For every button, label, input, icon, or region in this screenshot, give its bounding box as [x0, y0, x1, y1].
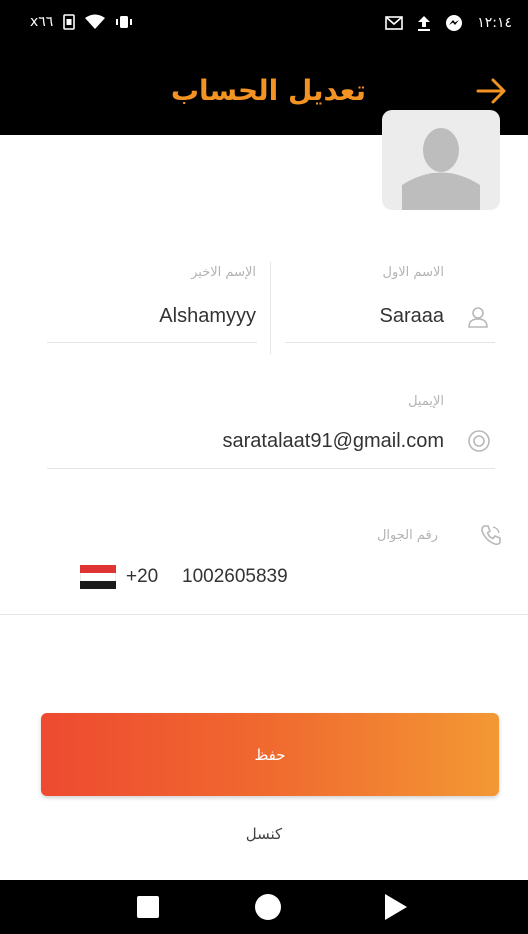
upload-icon	[418, 16, 431, 31]
gmail-icon	[385, 16, 404, 30]
wifi-icon	[85, 14, 106, 29]
first-name-label: الاسم الاول	[382, 265, 444, 280]
messenger-icon	[446, 15, 463, 31]
status-bar-left: x٦٦	[30, 14, 133, 30]
email-underline	[47, 468, 495, 469]
phone-underline	[0, 614, 528, 615]
first-name-input[interactable]: Saraaa	[380, 305, 445, 328]
status-time: ١٢:١٤	[477, 15, 512, 31]
cancel-button[interactable]: كنسل	[0, 825, 528, 843]
email-at-icon	[468, 430, 490, 452]
country-code[interactable]: +20	[126, 566, 158, 588]
last-name-label: الإسم الاخير	[191, 265, 256, 280]
android-nav-bar	[0, 880, 528, 934]
last-name-input[interactable]: Alshamyyy	[159, 305, 256, 328]
first-name-underline	[285, 342, 495, 343]
status-bar-right: ١٢:١٤	[385, 14, 512, 32]
profile-avatar[interactable]	[382, 110, 500, 210]
user-silhouette-icon	[402, 128, 480, 210]
save-button-label: حفظ	[254, 745, 286, 764]
back-arrow-icon[interactable]	[476, 76, 508, 106]
person-icon	[468, 307, 488, 328]
phone-input[interactable]: 1002605839	[182, 566, 288, 588]
sim-icon	[63, 14, 76, 30]
last-name-underline	[47, 342, 257, 343]
edit-account-screen: x٦٦ ١٢:١٤ تعديل الحساب الاسم الاول Saraa…	[0, 0, 528, 934]
email-input[interactable]: saratalaat91@gmail.com	[222, 430, 444, 453]
recents-square-icon[interactable]	[137, 896, 159, 918]
phone-label: رقم الجوال	[376, 528, 438, 543]
page-title: تعديل الحساب	[170, 74, 366, 107]
country-flag-icon[interactable]	[80, 565, 116, 589]
back-triangle-icon[interactable]	[385, 894, 407, 920]
email-label: الإيميل	[408, 394, 444, 409]
status-bar: x٦٦ ١٢:١٤	[0, 0, 528, 48]
save-button[interactable]: حفظ	[41, 713, 499, 796]
network-text: x٦٦	[30, 14, 54, 30]
name-divider	[270, 262, 271, 354]
home-circle-icon[interactable]	[255, 894, 281, 920]
phone-icon	[481, 525, 501, 546]
vibrate-icon	[116, 16, 133, 28]
